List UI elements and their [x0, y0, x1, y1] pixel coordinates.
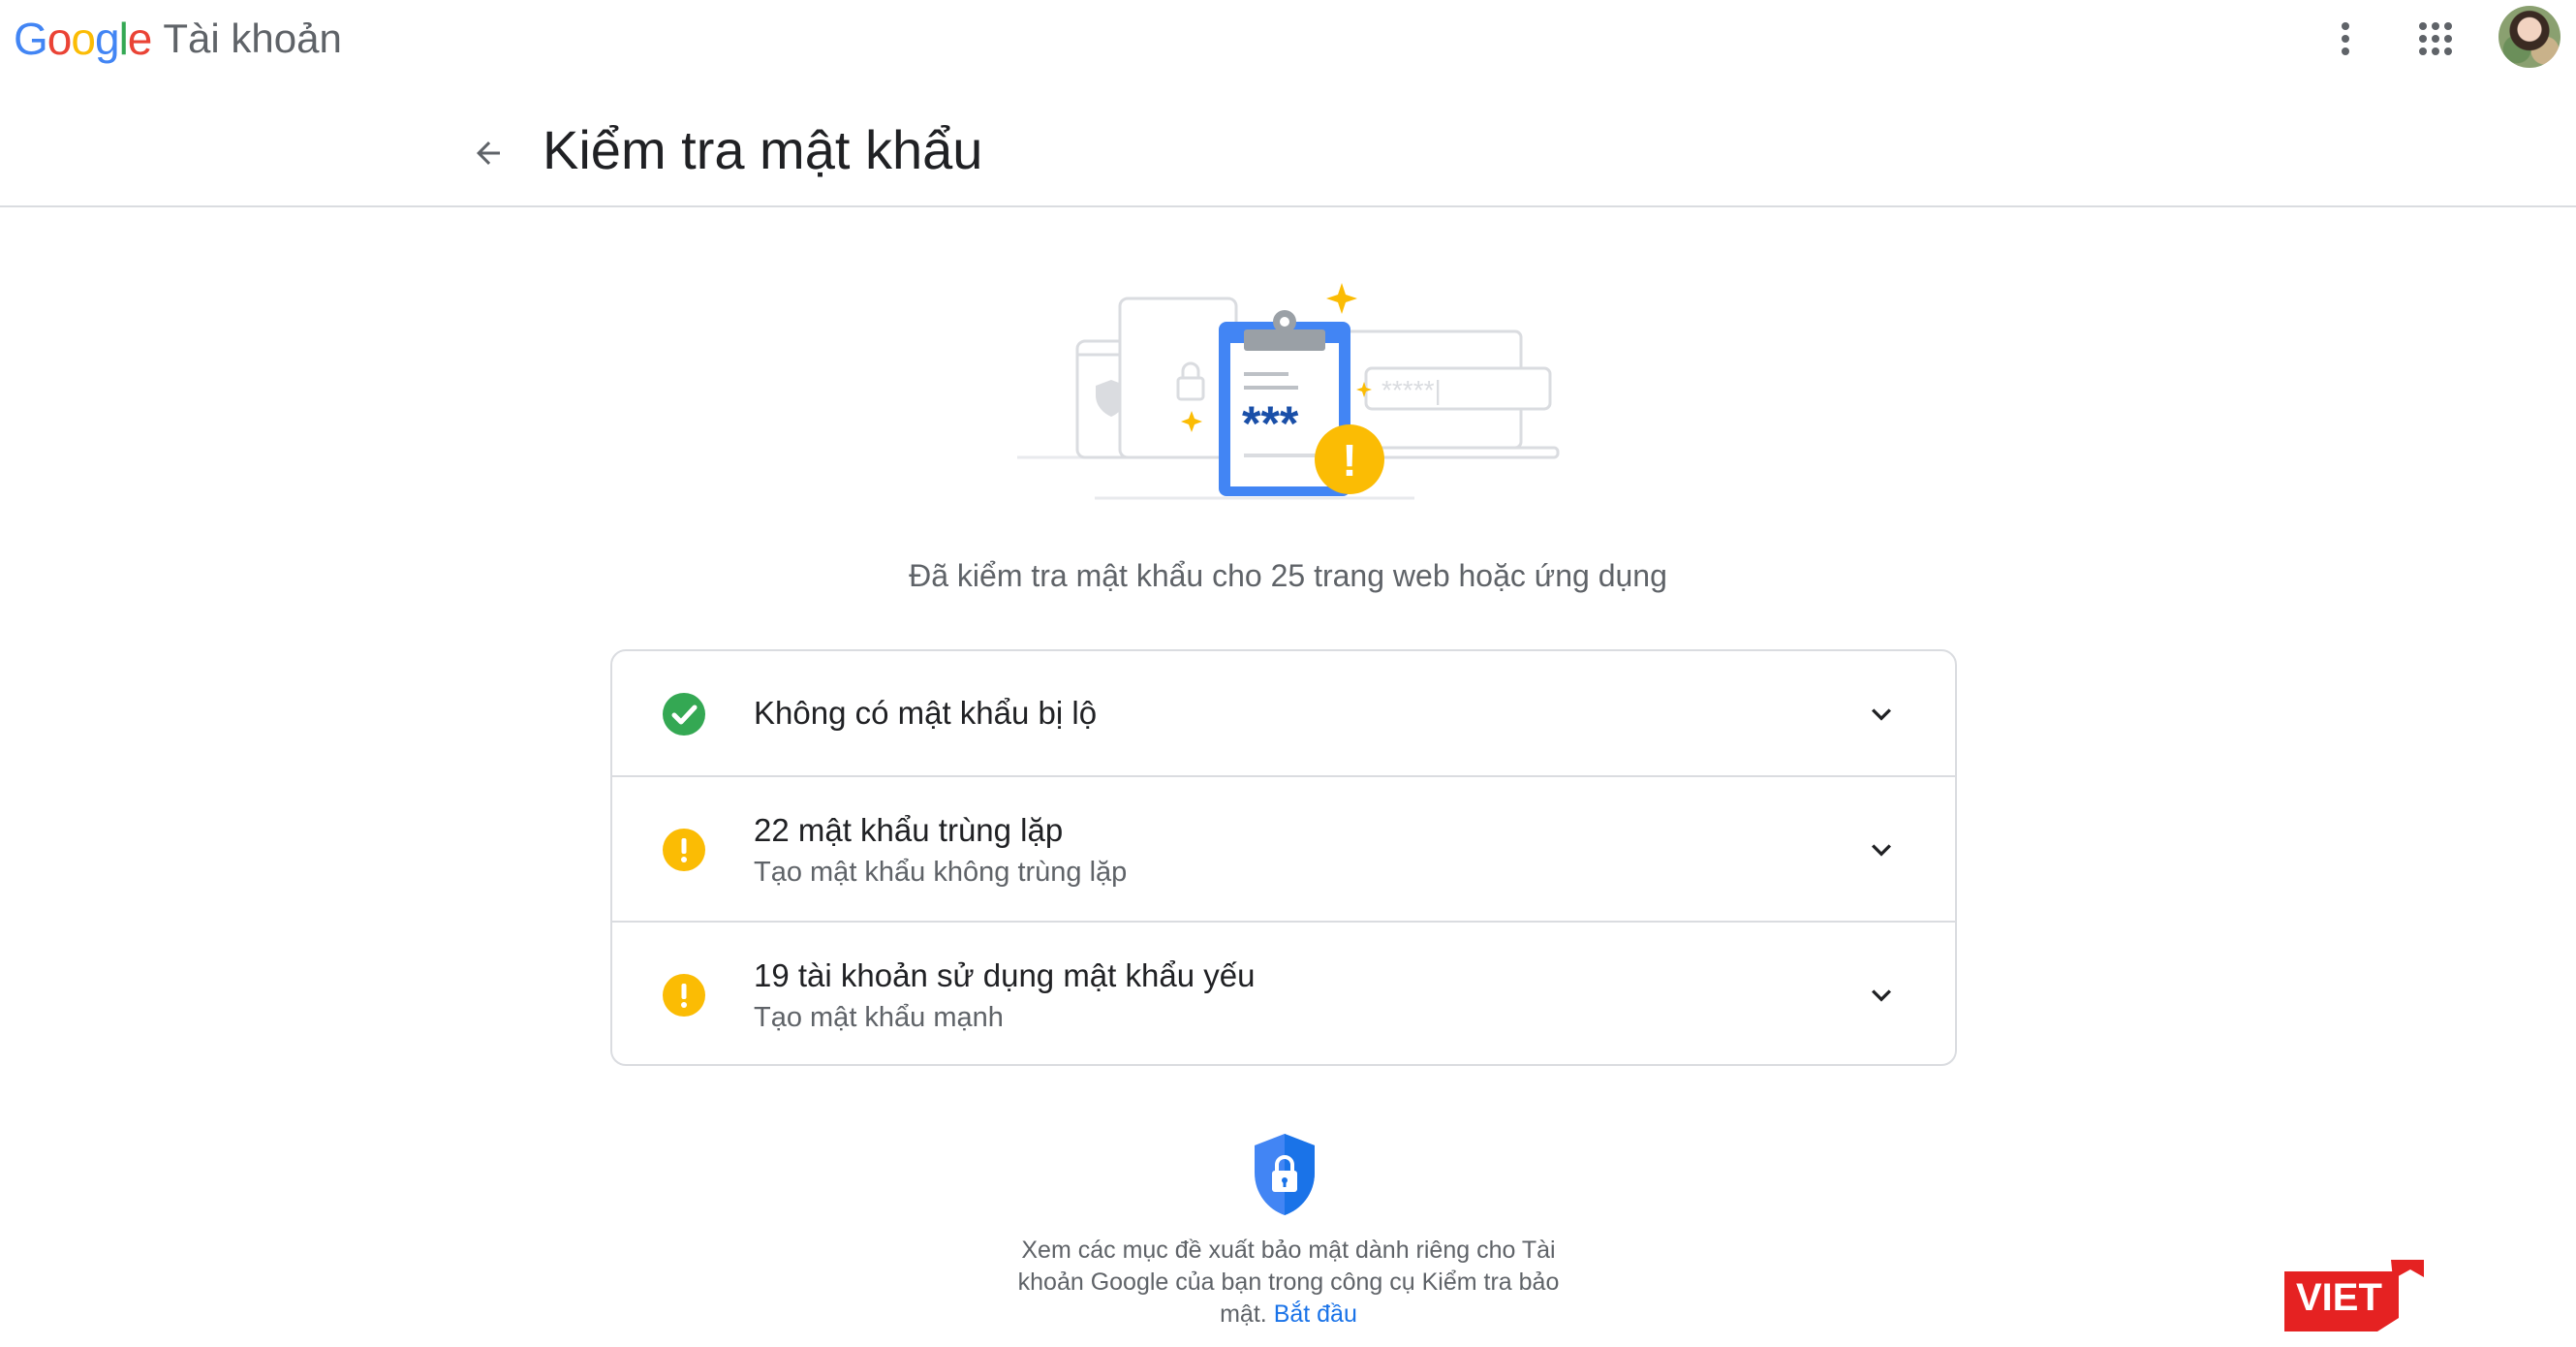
result-title: Không có mật khẩu bị lộ	[754, 695, 1098, 731]
checked-summary: Đã kiểm tra mật khẩu cho 25 trang web ho…	[909, 558, 1667, 593]
security-checkup-footer: Xem các mục đề xuất bảo mật dành riêng c…	[998, 1235, 1579, 1331]
password-checkup-illustration: *****| *** !	[1008, 273, 1579, 506]
svg-text:*****|: *****|	[1381, 375, 1442, 405]
result-subtitle: Tạo mật khẩu không trùng lặp	[754, 857, 1128, 888]
google-account-logo[interactable]: Google Tài khoản	[14, 8, 342, 70]
top-bar: Google Tài khoản	[0, 0, 2576, 78]
result-row-reused[interactable]: 22 mật khẩu trùng lặp Tạo mật khẩu không…	[612, 777, 1955, 923]
result-subtitle: Tạo mật khẩu mạnh	[754, 1002, 1004, 1033]
product-name: Tài khoản	[163, 16, 342, 61]
viet-watermark-logo: VIET	[2282, 1258, 2426, 1333]
security-shield-icon	[1251, 1132, 1319, 1217]
result-row-weak[interactable]: 19 tài khoản sử dụng mật khẩu yếu Tạo mậ…	[612, 923, 1955, 1064]
check-circle-icon	[663, 693, 705, 736]
google-wordmark: Google	[14, 14, 152, 64]
chevron-down-icon[interactable]	[1862, 695, 1901, 734]
page-header: Kiểm tra mật khẩu	[0, 97, 2576, 207]
svg-text:VIET: VIET	[2296, 1276, 2382, 1319]
warning-circle-icon	[663, 974, 705, 1017]
result-title: 22 mật khẩu trùng lặp	[754, 812, 1064, 848]
svg-text:!: !	[1342, 435, 1356, 486]
password-results-card: Không có mật khẩu bị lộ 22 mật khẩu trùn…	[610, 649, 1957, 1066]
more-vert-icon[interactable]	[2316, 10, 2374, 68]
arrow-back-icon[interactable]	[459, 124, 517, 182]
page-title: Kiểm tra mật khẩu	[543, 119, 983, 180]
apps-grid-icon[interactable]	[2406, 10, 2465, 68]
chevron-down-icon[interactable]	[1862, 830, 1901, 869]
result-row-compromised[interactable]: Không có mật khẩu bị lộ	[612, 651, 1955, 777]
chevron-down-icon[interactable]	[1862, 976, 1901, 1015]
svg-text:***: ***	[1242, 396, 1299, 451]
avatar[interactable]	[2498, 6, 2560, 68]
warning-circle-icon	[663, 829, 705, 871]
get-started-link[interactable]: Bắt đầu	[1274, 1300, 1357, 1328]
result-title: 19 tài khoản sử dụng mật khẩu yếu	[754, 957, 1256, 993]
